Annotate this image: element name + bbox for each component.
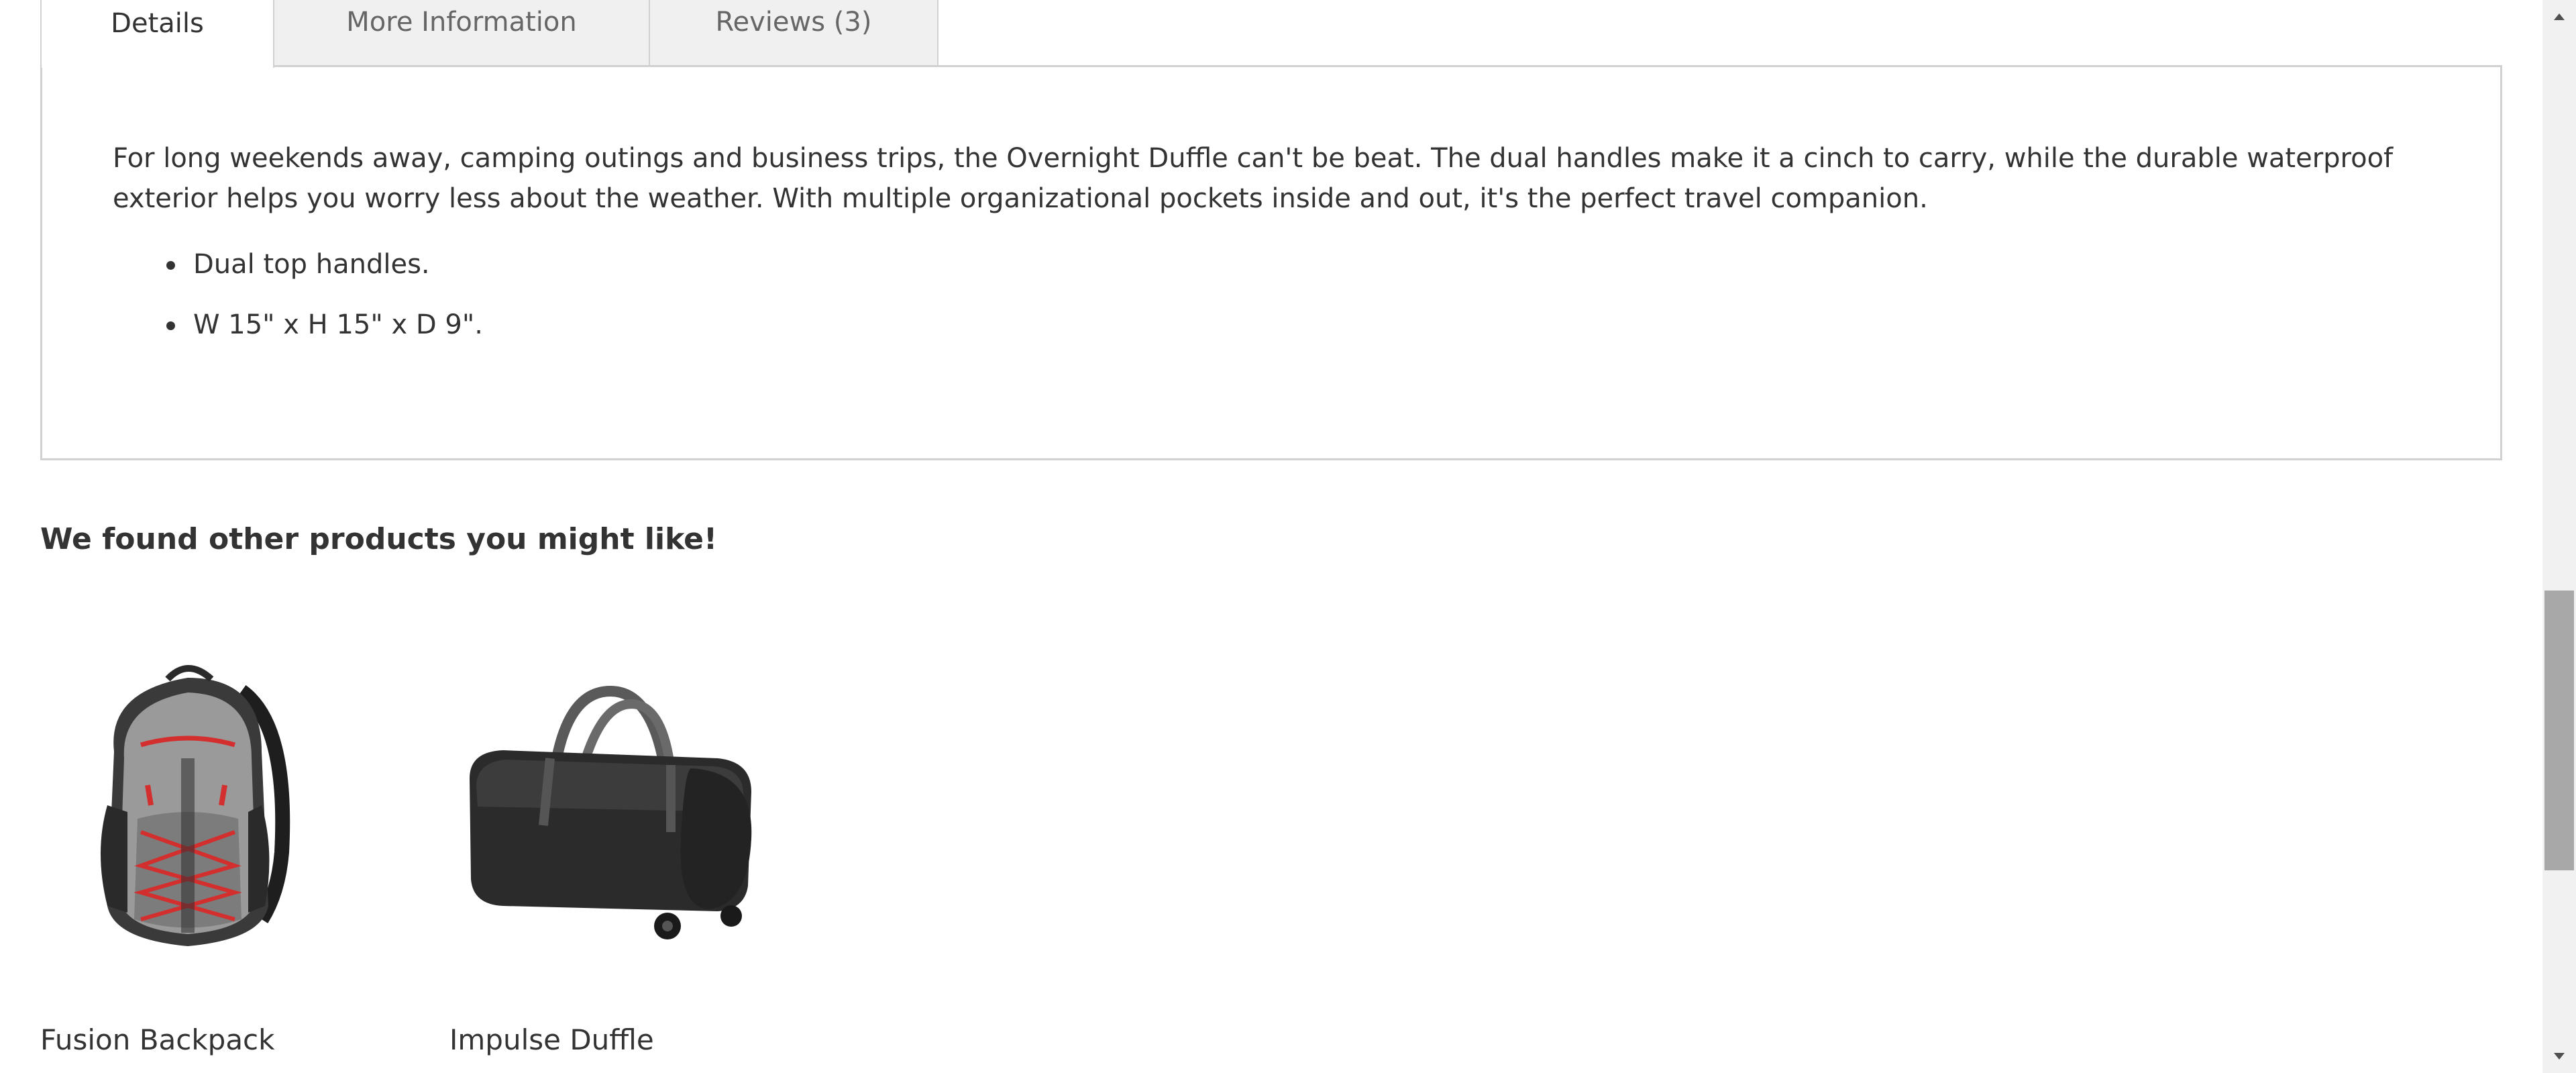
duffle-bag-image[interactable] — [449, 651, 771, 966]
feature-text: Dual top handles. — [193, 249, 430, 280]
feature-item: Dual top handles. — [113, 234, 483, 295]
product-name[interactable]: Fusion Backpack — [40, 1023, 274, 1056]
tab-reviews-label: Reviews (3) — [715, 7, 872, 38]
tab-more-information[interactable]: More Information — [274, 0, 650, 66]
product-name[interactable]: Impulse Duffle — [449, 1023, 654, 1056]
backpack-image[interactable] — [40, 651, 362, 966]
product-page: Details More Information Reviews (3) For… — [0, 0, 2576, 1073]
product-card-fusion-backpack[interactable]: Fusion Backpack — [40, 651, 362, 1056]
details-panel: For long weekends away, camping outings … — [40, 65, 2502, 460]
tab-more-information-label: More Information — [346, 7, 577, 38]
product-card-impulse-duffle[interactable]: Impulse Duffle — [449, 651, 771, 1056]
feature-list: Dual top handles. W 15" x H 15" x D 9". — [113, 234, 483, 355]
scroll-up-arrow-icon[interactable] — [2542, 0, 2576, 34]
tab-details[interactable]: Details — [40, 0, 274, 68]
vertical-scrollbar[interactable] — [2542, 0, 2576, 1073]
bullet-icon — [166, 261, 175, 270]
scrollbar-thumb[interactable] — [2544, 591, 2574, 870]
scroll-down-arrow-icon[interactable] — [2542, 1039, 2576, 1073]
product-info-tabs: Details More Information Reviews (3) — [40, 0, 938, 68]
bullet-icon — [166, 321, 175, 330]
feature-text: W 15" x H 15" x D 9". — [193, 309, 483, 340]
feature-item: W 15" x H 15" x D 9". — [113, 295, 483, 355]
related-products-title: We found other products you might like! — [40, 522, 718, 556]
tab-reviews[interactable]: Reviews (3) — [650, 0, 938, 66]
tab-details-label: Details — [111, 8, 204, 39]
product-description: For long weekends away, camping outings … — [113, 143, 2394, 214]
